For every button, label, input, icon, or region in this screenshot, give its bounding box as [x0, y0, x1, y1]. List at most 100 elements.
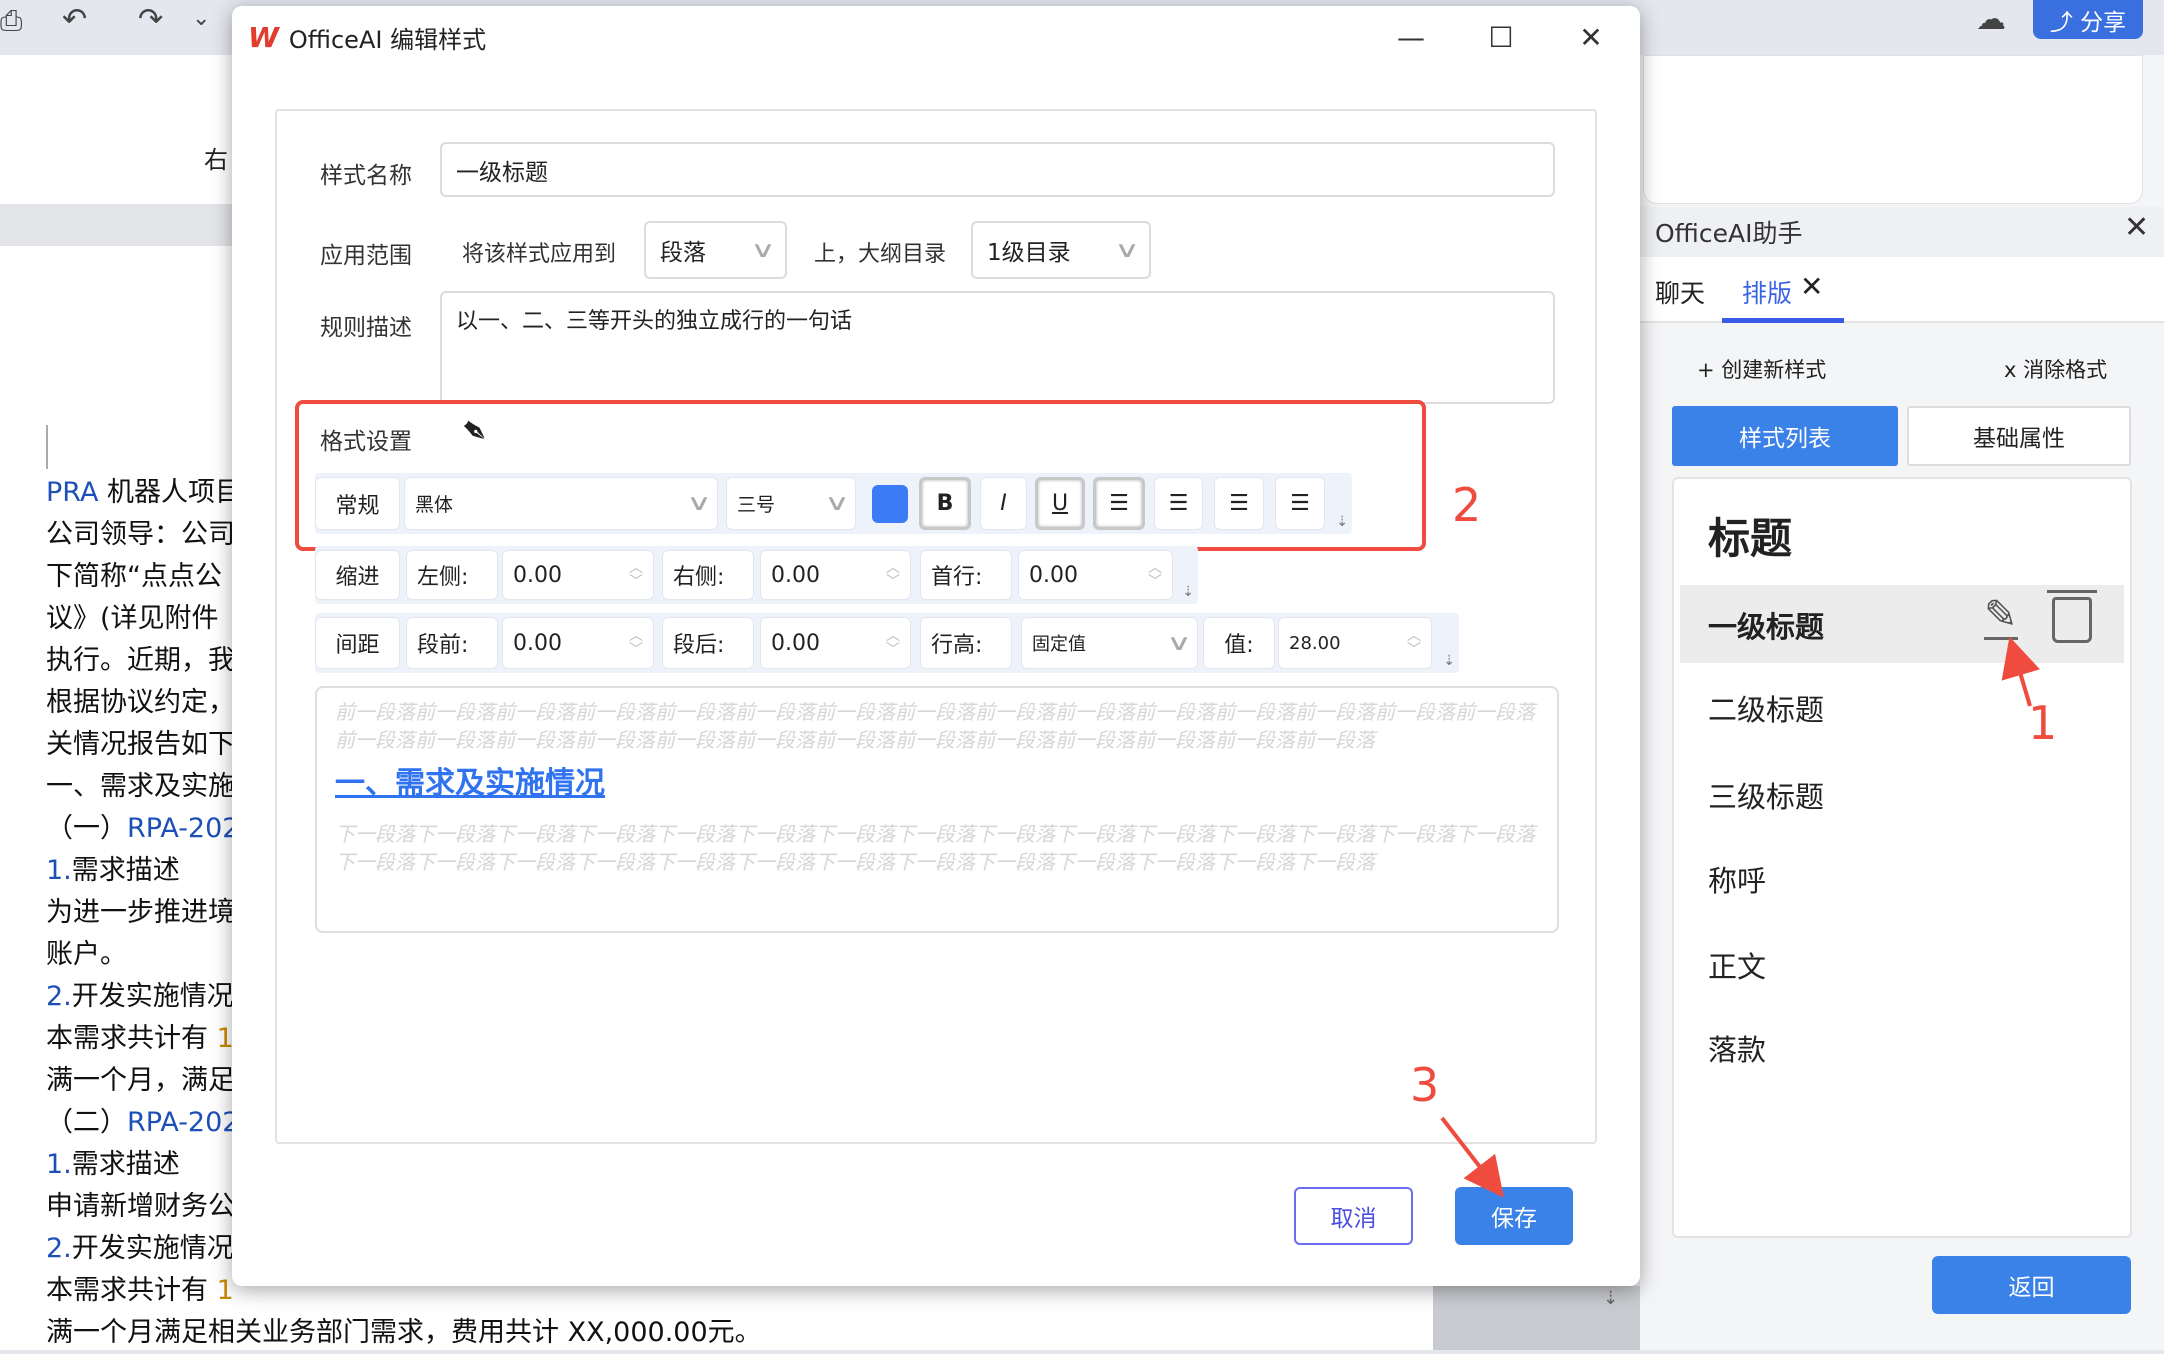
scroll-area[interactable]: ⇣ [1433, 1286, 1640, 1350]
margin-mark [46, 425, 48, 469]
chevron-down-icon: ∨ [1114, 238, 1140, 263]
rule-textarea[interactable]: 以一、二、三等开头的独立成行的一句话 [440, 291, 1555, 404]
format-label: 格式设置 [320, 422, 412, 456]
font-style-label: 常规 [315, 477, 400, 530]
document-line-part: （一） [46, 813, 127, 844]
tab-close-icon[interactable]: ✕ [1800, 270, 1823, 303]
style-item[interactable]: 一级标题 [1708, 604, 1824, 646]
font-family-select[interactable]: 黑体∨ [404, 477, 718, 530]
first-line-label: 首行: [920, 550, 1012, 600]
chevron-down-icon: ∨ [1166, 631, 1192, 656]
indent-label: 缩进 [315, 550, 400, 600]
style-item[interactable]: 落款 [1708, 1027, 1766, 1069]
undo-icon[interactable]: ↶ [62, 2, 87, 37]
share-button[interactable]: ⤴ 分享 [2033, 0, 2143, 39]
document-line-part: 1 [217, 1275, 234, 1306]
document-line-part: 公司领导：公司 [46, 519, 235, 550]
expand-icon[interactable]: ⇣ [1182, 584, 1194, 600]
align-justify-button[interactable]: ☰ [1093, 477, 1145, 530]
tab-chat[interactable]: 聊天 [1655, 274, 1705, 310]
close-dialog-button[interactable]: ✕ [1566, 16, 1616, 60]
first-line-value: 0.00 [1029, 563, 1078, 588]
after-value: 0.00 [771, 631, 820, 656]
style-name-label: 样式名称 [320, 156, 412, 190]
document-line-part: 机器人项目 [98, 477, 242, 508]
scope-select[interactable]: 段落∨ [644, 221, 787, 279]
spinner-icon[interactable]: ︿﹀ [1407, 629, 1421, 657]
spinner-icon[interactable]: ︿﹀ [629, 629, 643, 657]
align-right-button[interactable]: ☰ [1214, 477, 1264, 530]
clear-format-link[interactable]: x 消除格式 [2004, 354, 2107, 384]
maximize-button[interactable]: ☐ [1476, 16, 1526, 60]
pencil-icon[interactable]: ✎ [1984, 593, 2018, 640]
preview-heading: 一、需求及实施情况 [335, 758, 1539, 802]
document-line-part: 为进一步推进境 [46, 897, 235, 928]
create-style-link[interactable]: + 创建新样式 [1697, 354, 1826, 384]
cloud-upload-icon[interactable]: ☁ [1976, 2, 2006, 37]
print-preview-icon[interactable]: ⎙ [0, 4, 22, 38]
style-item[interactable]: 三级标题 [1708, 774, 1824, 816]
align-distributed-button[interactable]: ☰ [1275, 477, 1325, 530]
expand-icon[interactable]: ⇣ [1336, 514, 1348, 530]
document-line-part: 执行。近期，我 [46, 645, 235, 676]
indent-right-label: 右侧: [662, 550, 754, 600]
document-line-part: 议》(详见附件 [46, 603, 219, 634]
bold-button[interactable]: B [919, 477, 971, 530]
style-item[interactable]: 二级标题 [1708, 687, 1824, 729]
spinner-icon[interactable]: ︿﹀ [886, 561, 900, 589]
document-line-part: 开发实施情况 [72, 1233, 234, 1264]
document-line-part: 申请新增财务公 [46, 1191, 235, 1222]
underline-button[interactable]: U [1035, 477, 1085, 530]
indent-left-value: 0.00 [513, 563, 562, 588]
font-color-swatch[interactable] [872, 485, 908, 523]
line-height-select[interactable]: 固定值∨ [1021, 617, 1198, 669]
after-input[interactable]: 0.00 ︿﹀ [760, 617, 911, 669]
annotation-1: 1 [2028, 696, 2057, 750]
indent-left-input[interactable]: 0.00 ︿﹀ [502, 550, 654, 600]
scope-mid: 上，大纲目录 [814, 236, 946, 268]
document-line-part: 需求描述 [72, 1149, 180, 1180]
after-label: 段后: [662, 617, 754, 669]
preview-after-text: 下一段落下一段落下一段落下一段落下一段落下一段落下一段落下一段落下一段落下一段落… [335, 820, 1539, 876]
italic-button[interactable]: I [980, 477, 1027, 530]
save-button[interactable]: 保存 [1455, 1187, 1573, 1245]
basic-props-tab[interactable]: 基础属性 [1907, 406, 2131, 466]
line-height-label: 行高: [920, 617, 1012, 669]
scroll-down-icon[interactable]: ⇣ [1603, 1288, 1618, 1309]
first-line-input[interactable]: 0.00 ︿﹀ [1018, 550, 1173, 600]
indent-right-value: 0.00 [771, 563, 820, 588]
share-icon: ⤴ [2050, 3, 2080, 37]
dialog-titlebar: WOfficeAI 编辑样式 [248, 20, 486, 55]
align-center-button[interactable]: ☰ [1154, 477, 1203, 530]
spinner-icon[interactable]: ︿﹀ [886, 629, 900, 657]
outline-select-value: 1级目录 [987, 233, 1071, 267]
outline-select[interactable]: 1级目录 ∨ [971, 221, 1151, 279]
minimize-button[interactable]: — [1386, 16, 1436, 60]
dialog-title: OfficeAI 编辑样式 [289, 20, 486, 55]
expand-icon[interactable]: ⇣ [1443, 653, 1455, 669]
style-name-input[interactable]: 一级标题 [440, 142, 1555, 197]
font-size-select[interactable]: 三号∨ [726, 477, 856, 530]
style-group-heading: 标题 [1708, 505, 1792, 566]
document-line-part: 关情况报告如下 [46, 729, 235, 760]
indent-right-input[interactable]: 0.00 ︿﹀ [760, 550, 911, 600]
assistant-top-card [1643, 55, 2143, 204]
spinner-icon[interactable]: ︿﹀ [1148, 561, 1162, 589]
spinner-icon[interactable]: ︿﹀ [629, 561, 643, 589]
trash-icon[interactable] [2052, 597, 2092, 643]
active-tab-indicator [1722, 318, 1844, 323]
document-line-part: 2. [46, 1233, 72, 1264]
value-input[interactable]: 28.00︿﹀ [1278, 617, 1432, 669]
back-button[interactable]: 返回 [1932, 1256, 2131, 1314]
before-label: 段前: [406, 617, 498, 669]
before-input[interactable]: 0.00︿﹀ [502, 617, 654, 669]
style-item[interactable]: 称呼 [1708, 858, 1766, 900]
style-list-tab[interactable]: 样式列表 [1672, 406, 1898, 466]
tab-layout[interactable]: 排版 [1742, 274, 1792, 310]
cancel-button[interactable]: 取消 [1294, 1187, 1413, 1245]
close-icon[interactable]: ✕ [2124, 210, 2149, 245]
chevron-down-icon[interactable]: ⌄ [192, 6, 210, 31]
redo-icon[interactable]: ↷ [138, 2, 163, 37]
style-list: 标题 一级标题 ✎ 二级标题 三级标题 称呼 正文 落款 [1672, 477, 2132, 1238]
style-item[interactable]: 正文 [1708, 944, 1766, 986]
